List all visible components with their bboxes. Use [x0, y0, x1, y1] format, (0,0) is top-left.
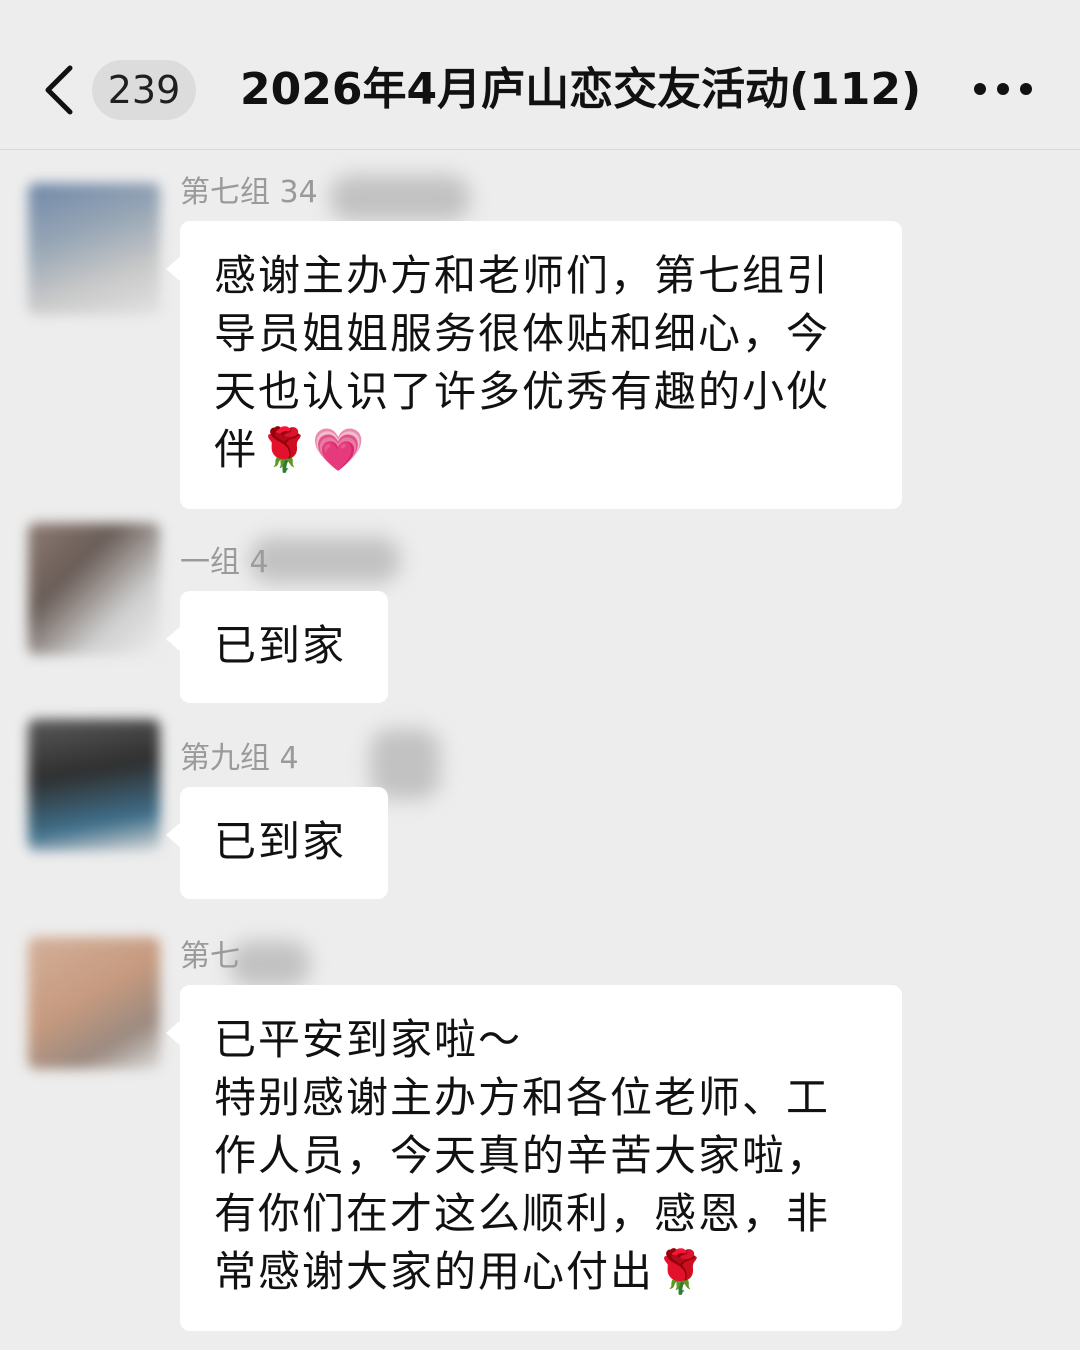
message-text-line: 已平安到家啦～ — [214, 1015, 523, 1064]
message-text-line: 伴🌹💗 — [214, 425, 367, 474]
avatar[interactable] — [28, 719, 160, 851]
avatar[interactable] — [28, 523, 160, 655]
message-bubble[interactable]: 已到家 — [166, 591, 388, 703]
chevron-left-icon — [45, 65, 73, 115]
message-list[interactable]: 第七组 34 感谢主办方和老师们，第七组引 导员姐姐服务很体贴和细心，今 天也认… — [0, 151, 1080, 1350]
unread-count-badge[interactable]: 239 — [92, 60, 196, 120]
sender-name: 第九组 4 — [180, 741, 299, 776]
message-text-line: 作人员，今天真的辛苦大家啦， — [214, 1131, 831, 1180]
more-button[interactable] — [968, 64, 1038, 114]
message-item: 第七 已平安到家啦～ 特别感谢主办方和各位老师、工 作人员，今天真的辛苦大家啦，… — [0, 937, 1080, 1337]
sender-name-redaction — [250, 537, 400, 583]
message-bubble[interactable]: 已平安到家啦～ 特别感谢主办方和各位老师、工 作人员，今天真的辛苦大家啦， 有你… — [166, 985, 902, 1331]
avatar[interactable] — [28, 937, 160, 1069]
message-text-line: 有你们在才这么顺利，感恩，非 — [214, 1189, 831, 1238]
sender-name-redaction — [330, 175, 470, 221]
message-bubble[interactable]: 感谢主办方和老师们，第七组引 导员姐姐服务很体贴和细心，今 天也认识了许多优秀有… — [166, 221, 902, 509]
message-item: 第九组 4 已到家 — [0, 719, 1080, 899]
message-bubble[interactable]: 已到家 — [166, 787, 388, 899]
message-text-line: 特别感谢主办方和各位老师、工 — [214, 1073, 831, 1122]
message-text-line: 感谢主办方和老师们，第七组引 — [214, 251, 831, 300]
message-text-line: 导员姐姐服务很体贴和细心，今 — [214, 309, 831, 358]
avatar[interactable] — [28, 183, 160, 315]
sender-name-redaction — [230, 941, 310, 987]
message-text-line: 常感谢大家的用心付出🌹 — [214, 1247, 709, 1296]
chat-header: 239 2026年4月庐山恋交友活动(112) — [0, 0, 1080, 150]
sender-name: 第七组 34 — [180, 175, 318, 210]
message-text-line: 天也认识了许多优秀有趣的小伙 — [214, 367, 831, 416]
message-item: 第七组 34 感谢主办方和老师们，第七组引 导员姐姐服务很体贴和细心，今 天也认… — [0, 173, 1080, 513]
message-item: 一组 4 已到家 — [0, 523, 1080, 703]
message-text-line: 已到家 — [214, 817, 347, 866]
chat-title: 2026年4月庐山恋交友活动(112) — [240, 64, 922, 115]
more-dots-icon — [974, 83, 1032, 95]
back-button[interactable] — [40, 62, 80, 118]
message-text-line: 已到家 — [214, 621, 347, 670]
